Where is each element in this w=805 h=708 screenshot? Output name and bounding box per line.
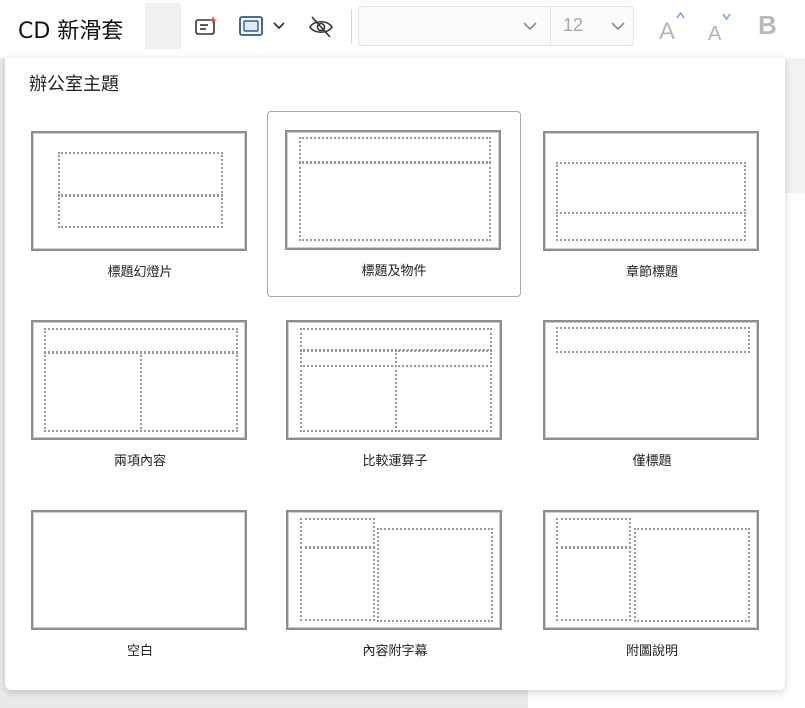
caption-placeholder: [300, 547, 375, 621]
layout-thumbnail: [286, 510, 502, 630]
layout-two-content[interactable]: 兩項內容: [13, 301, 267, 487]
layout-title-slide[interactable]: 標題幻燈片: [13, 112, 267, 298]
content-placeholder: [299, 162, 491, 241]
layout-blank[interactable]: 空白: [13, 491, 267, 677]
title-placeholder: [556, 162, 746, 214]
layout-label: 僅標題: [632, 454, 672, 469]
title-placeholder: [58, 152, 223, 196]
layout-picture-with-caption[interactable]: 附圖說明: [525, 491, 779, 677]
background-ribbon-remnant: [785, 58, 805, 193]
left-content-placeholder: [44, 352, 142, 432]
right-content-placeholder: [140, 352, 238, 432]
title-placeholder: [300, 518, 375, 548]
hide-slide-icon[interactable]: [304, 12, 338, 42]
layout-thumbnail: [285, 130, 501, 250]
ribbon-toolbar: CD 新滑套 12 A A B: [0, 0, 805, 58]
title-placeholder: [556, 327, 750, 353]
layout-thumbnail: [31, 320, 247, 440]
layout-title-and-content[interactable]: 標題及物件: [267, 111, 521, 297]
font-name-dropdown[interactable]: [359, 7, 549, 45]
layout-button[interactable]: [236, 12, 294, 42]
font-selector-group: 12: [358, 6, 634, 46]
layout-comparison[interactable]: 比較運算子: [268, 301, 522, 487]
left-content-placeholder: [300, 365, 397, 432]
layout-label: 標題及物件: [361, 264, 427, 279]
caption-placeholder: [556, 547, 631, 621]
bold-icon[interactable]: B: [758, 10, 777, 41]
right-content-placeholder: [395, 365, 492, 432]
layout-thumbnail: [31, 510, 247, 630]
new-slide-label: CD 新滑套: [18, 19, 124, 44]
layout-thumbnail: [31, 131, 247, 251]
new-slide-dropdown-button[interactable]: [145, 3, 181, 49]
layout-thumbnail: [543, 131, 759, 251]
toolbar-divider: [351, 10, 352, 44]
designer-icon[interactable]: [190, 12, 222, 42]
content-placeholder: [377, 528, 493, 622]
layout-gallery-panel: 辦公室主題 標題幻燈片 標題及物件 章節標題 兩項內容 比較運算子 僅標題 空白…: [5, 58, 785, 690]
grow-font-icon[interactable]: A: [656, 10, 690, 44]
svg-text:A: A: [708, 23, 722, 44]
font-box-divider: [550, 7, 551, 45]
layout-label: 比較運算子: [362, 454, 428, 469]
chevron-down-icon: [523, 22, 537, 31]
layout-thumbnail: [543, 320, 759, 440]
font-size-value[interactable]: 12: [563, 15, 583, 36]
layout-label: 空白: [126, 644, 153, 659]
subtitle-placeholder: [58, 195, 223, 228]
layout-section-header[interactable]: 章節標題: [525, 112, 779, 298]
title-placeholder: [299, 137, 491, 163]
title-placeholder: [300, 328, 492, 351]
layout-title-only[interactable]: 僅標題: [525, 301, 779, 487]
layout-content-with-caption[interactable]: 內容附字幕: [268, 491, 522, 677]
title-placeholder: [556, 518, 631, 548]
svg-text:A: A: [659, 18, 675, 44]
text-placeholder: [556, 212, 746, 241]
picture-placeholder: [634, 528, 750, 622]
layout-label: 內容附字幕: [362, 644, 428, 659]
layout-thumbnail: [286, 320, 502, 440]
layout-label: 標題幻燈片: [107, 265, 173, 280]
layout-label: 兩項內容: [113, 454, 166, 469]
panel-title: 辦公室主題: [29, 74, 119, 95]
layout-thumbnail: [543, 510, 759, 630]
title-placeholder: [44, 328, 238, 353]
layout-label: 章節標題: [625, 265, 678, 280]
chevron-down-icon[interactable]: [609, 19, 627, 33]
shrink-font-icon[interactable]: A: [704, 10, 738, 44]
layout-label: 附圖說明: [625, 644, 678, 659]
